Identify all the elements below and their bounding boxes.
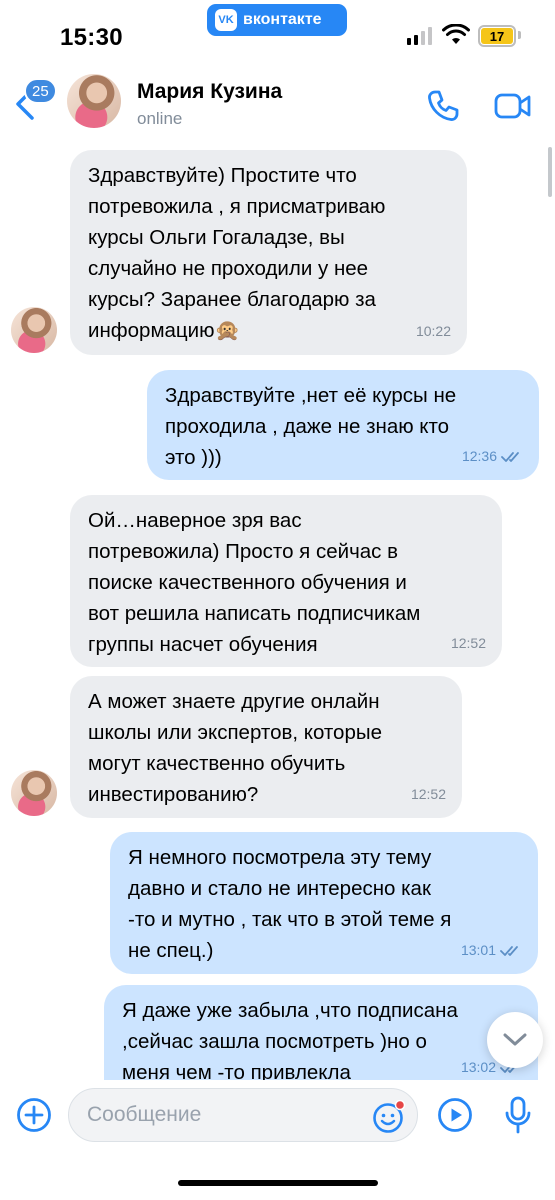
message-time-label: 10:22 bbox=[415, 323, 451, 339]
message-time: 13:01 bbox=[461, 935, 522, 966]
message-incoming[interactable]: Здравствуйте) Простите что потревожила ,… bbox=[70, 150, 467, 355]
unread-count-badge[interactable]: 25 bbox=[24, 78, 57, 104]
message-time-label: 12:52 bbox=[410, 786, 446, 802]
video-message-icon[interactable] bbox=[437, 1097, 473, 1133]
message-time: 12:36 bbox=[462, 441, 523, 472]
double-check-icon bbox=[500, 945, 518, 956]
message-time: 12:52 bbox=[451, 628, 486, 659]
video-call-icon[interactable] bbox=[494, 90, 532, 122]
message-text: Здравствуйте) Простите что потревожила ,… bbox=[88, 164, 386, 342]
app-pill[interactable]: VK вконтакте bbox=[207, 4, 347, 36]
chevron-down-icon bbox=[503, 1033, 527, 1046]
cellular-signal-icon bbox=[407, 27, 432, 45]
battery-level: 17 bbox=[481, 28, 513, 44]
contact-status: online bbox=[137, 109, 183, 128]
feed-scrollbar[interactable] bbox=[548, 147, 552, 197]
message-input-container[interactable] bbox=[68, 1088, 418, 1142]
battery-icon: 17 bbox=[478, 25, 516, 47]
message-time-label: 12:36 bbox=[461, 448, 497, 464]
double-check-icon bbox=[501, 451, 519, 462]
scroll-down-button[interactable] bbox=[487, 1012, 543, 1068]
message-outgoing[interactable]: Я даже уже забыла ,что подписана ,сейчас… bbox=[104, 985, 538, 1080]
app-pill-label: вконтакте bbox=[243, 11, 322, 28]
home-indicator bbox=[178, 1180, 378, 1186]
message-incoming[interactable]: Ой…наверное зря вас потревожила) Просто … bbox=[70, 495, 502, 667]
emoji-icon[interactable] bbox=[372, 1100, 406, 1134]
contact-avatar[interactable] bbox=[67, 74, 121, 128]
message-text: Ой…наверное зря вас потревожила) Просто … bbox=[88, 509, 421, 656]
message-time: 10:22 bbox=[416, 316, 451, 347]
message-time-label: 13:01 bbox=[460, 942, 496, 958]
microphone-icon[interactable] bbox=[504, 1095, 532, 1135]
message-input[interactable] bbox=[87, 1089, 357, 1140]
message-time: 12:52 bbox=[411, 779, 446, 810]
vk-logo-icon: VK bbox=[215, 9, 237, 31]
message-incoming[interactable]: А может знаете другие онлайн школы или э… bbox=[70, 676, 462, 818]
message-outgoing[interactable]: Здравствуйте ,нет её курсы не проходила … bbox=[147, 370, 539, 480]
message-time-label: 13:02 bbox=[460, 1059, 496, 1075]
status-time: 15:30 bbox=[60, 24, 123, 51]
phone-icon[interactable] bbox=[425, 88, 461, 124]
chat-header: 25 Мария Кузина online bbox=[0, 70, 555, 140]
message-outgoing[interactable]: Я немного посмотрела эту тему давно и ст… bbox=[110, 832, 538, 974]
message-time-label: 12:52 bbox=[450, 635, 486, 651]
status-bar: 15:30 VK вконтакте 17 bbox=[0, 0, 555, 70]
message-clip: Я даже уже забыла ,что подписана ,сейчас… bbox=[0, 985, 555, 1080]
wifi-icon bbox=[442, 24, 470, 44]
contact-name[interactable]: Мария Кузина bbox=[137, 80, 282, 104]
sender-avatar[interactable] bbox=[11, 307, 57, 353]
sender-avatar[interactable] bbox=[11, 770, 57, 816]
message-text: А может знаете другие онлайн школы или э… bbox=[88, 690, 382, 806]
plus-icon[interactable] bbox=[16, 1097, 52, 1133]
battery-tip bbox=[518, 31, 521, 39]
